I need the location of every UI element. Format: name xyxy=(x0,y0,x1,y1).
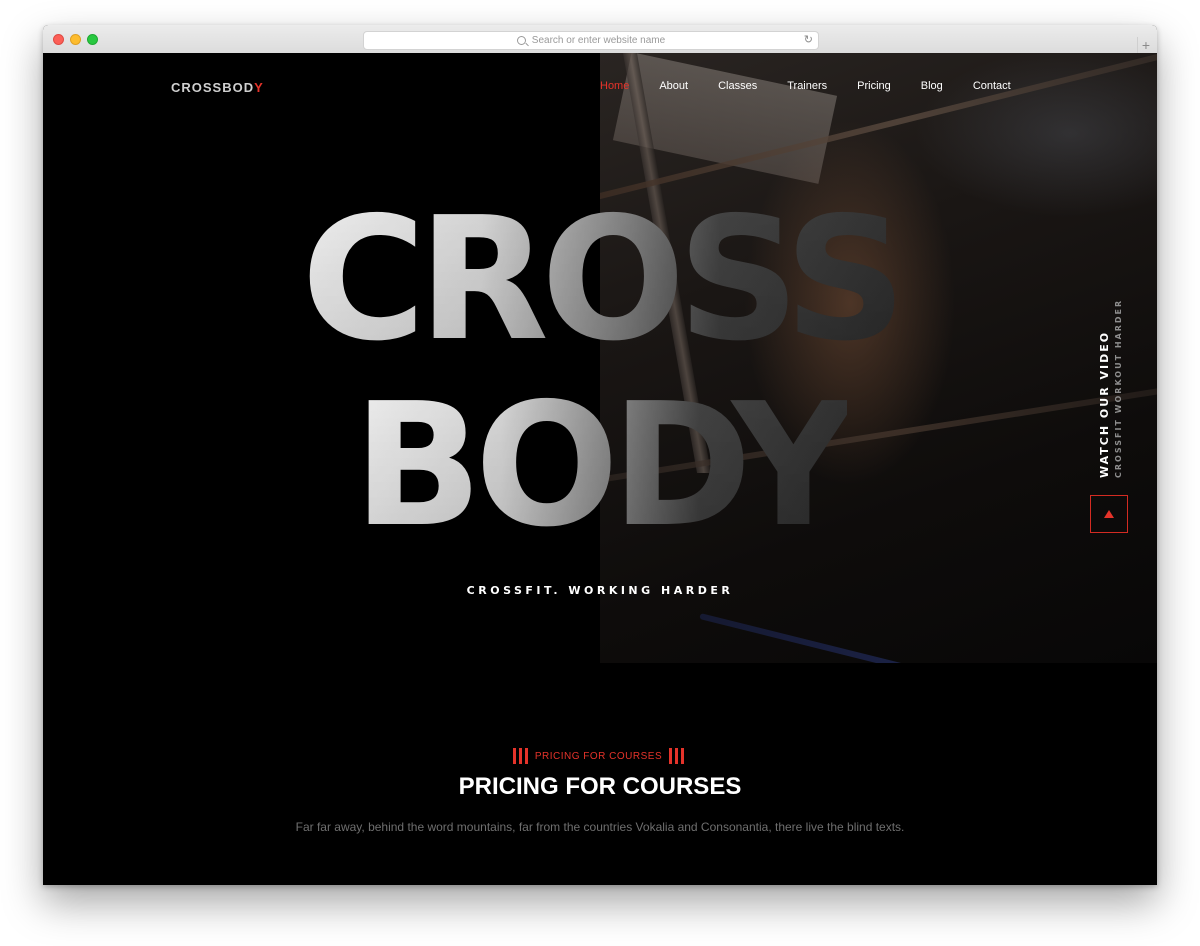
play-video-button[interactable] xyxy=(1090,495,1128,533)
site-logo[interactable]: CROSSBODY xyxy=(171,80,264,95)
nav-item-about[interactable]: About xyxy=(659,80,688,92)
browser-toolbar: Search or enter website name ↻ + xyxy=(43,25,1157,54)
nav-item-trainers[interactable]: Trainers xyxy=(787,80,827,92)
play-icon xyxy=(1104,510,1114,518)
nav-item-classes[interactable]: Classes xyxy=(718,80,757,92)
hero-title-text: BODY xyxy=(353,367,847,565)
photo-ring-rope xyxy=(699,613,1157,663)
address-bar[interactable]: Search or enter website name ↻ xyxy=(363,31,819,50)
minimize-window-button[interactable] xyxy=(70,34,81,45)
watch-video-subtitle: CROSSFIT WORKOUT HARDER xyxy=(1114,298,1123,478)
stripes-icon xyxy=(512,748,531,764)
browser-window: Search or enter website name ↻ + CROSSBO… xyxy=(43,25,1157,885)
section-description: Far far away, behind the word mountains,… xyxy=(295,820,905,834)
section-title: PRICING FOR COURSES xyxy=(458,773,742,800)
logo-accent-letter: Y xyxy=(254,80,264,95)
nav-item-pricing[interactable]: Pricing xyxy=(857,80,891,92)
web-page: CROSSBODY Home About Classes Trainers Pr… xyxy=(43,53,1157,885)
nav-item-blog[interactable]: Blog xyxy=(921,80,943,92)
stripes-icon xyxy=(669,748,687,764)
nav-item-home[interactable]: Home xyxy=(600,80,629,92)
address-bar-placeholder: Search or enter website name xyxy=(531,35,666,46)
hero-tagline: CROSSFIT. WORKING HARDER xyxy=(466,584,734,597)
main-navigation: Home About Classes Trainers Pricing Blog… xyxy=(600,80,1041,92)
hero-title-line-2: BODY xyxy=(43,367,1157,565)
search-icon xyxy=(516,36,526,45)
close-window-button[interactable] xyxy=(53,34,64,45)
reload-icon[interactable]: ↻ xyxy=(804,35,813,46)
maximize-window-button[interactable] xyxy=(87,34,98,45)
section-tag-label: PRICING FOR COURSES xyxy=(534,750,663,762)
section-tag: PRICING FOR COURSES xyxy=(43,748,1157,764)
watch-video-label[interactable]: WATCH OUR VIDEO CROSSFIT WORKOUT HARDER xyxy=(1098,278,1123,478)
nav-item-contact[interactable]: Contact xyxy=(973,80,1011,92)
watch-video-title: WATCH OUR VIDEO xyxy=(1098,330,1111,478)
logo-text: CROSSBOD xyxy=(171,80,255,95)
new-tab-button[interactable]: + xyxy=(1137,37,1154,53)
hero-title-text: CROSS xyxy=(301,181,899,379)
hero-title-line-1: CROSS xyxy=(43,181,1157,379)
